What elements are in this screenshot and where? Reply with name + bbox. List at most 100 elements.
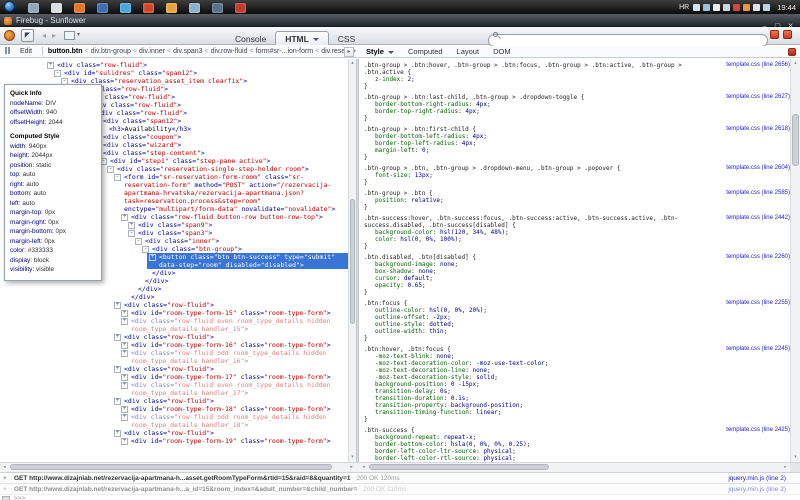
expand-icon[interactable]: +: [121, 374, 128, 381]
expand-icon[interactable]: +: [3, 473, 7, 484]
expand-icon[interactable]: +: [114, 430, 121, 437]
console-log-row[interactable]: +GET http://www.dizajnlab.net/rezervacij…: [0, 473, 800, 484]
css-file-link[interactable]: template.css (line 2425): [726, 427, 790, 433]
tab-html[interactable]: HTML: [275, 31, 329, 45]
taskbar-app-icon[interactable]: [120, 3, 131, 13]
expand-icon[interactable]: +: [149, 254, 156, 261]
console-log-row[interactable]: +GET http://www.dizajnlab.net/rezervacij…: [0, 484, 800, 495]
css-selector[interactable]: .btn-group > .btn, .btn-group > .dropdow…: [364, 165, 702, 172]
scrollbar-thumb[interactable]: [792, 114, 799, 166]
html-tree-node[interactable]: <div id="room-type-form-19" class="room-…: [0, 437, 348, 445]
style-panel-hscrollbar[interactable]: ◂ ▸: [359, 463, 790, 472]
html-tree-node[interactable]: <div id="room-type-form-16" class="room-…: [0, 341, 348, 349]
taskbar-app-icon[interactable]: [51, 3, 62, 13]
css-property[interactable]: -moz-text-decoration-style: solid;: [364, 374, 702, 381]
tab-style[interactable]: Style: [359, 46, 401, 58]
edit-button[interactable]: Edit: [15, 46, 37, 58]
html-tree-node[interactable]: <div class="row-fluid even room_type_det…: [0, 317, 348, 333]
css-selector[interactable]: .btn:focus {: [364, 300, 702, 307]
css-property[interactable]: transition-duration: 0.1s;: [364, 395, 702, 402]
css-property[interactable]: border-top-left-radius: 4px;: [364, 140, 702, 147]
css-property[interactable]: -moz-text-decoration-line: none;: [364, 367, 702, 374]
scroll-down-icon[interactable]: ▾: [349, 453, 356, 462]
taskbar-app-icon[interactable]: [143, 3, 154, 13]
collapse-icon[interactable]: -: [142, 246, 149, 253]
expand-icon[interactable]: +: [121, 414, 128, 421]
css-property[interactable]: outline-width: thin;: [364, 328, 702, 335]
css-file-link[interactable]: template.css (line 2255): [726, 300, 790, 306]
html-tree-node[interactable]: <div id="room-type-form-17" class="room-…: [0, 373, 348, 381]
html-tree-node[interactable]: <div class="row-fluid odd room_type_deta…: [0, 349, 348, 365]
css-property[interactable]: background-color: hsl(120, 34%, 48%);: [364, 229, 702, 236]
panel-list-icon[interactable]: [64, 31, 75, 40]
break-on-mutate-icon[interactable]: [4, 47, 11, 54]
css-selector[interactable]: .btn-group > .btn:first-child {: [364, 126, 702, 133]
expand-icon[interactable]: +: [114, 302, 121, 309]
taskbar-app-icon[interactable]: [74, 3, 85, 13]
css-property[interactable]: border-bottom-left-radius: 4px;: [364, 133, 702, 140]
scrollbar-thumb[interactable]: [10, 464, 332, 470]
css-property[interactable]: color: hsl(0, 0%, 100%);: [364, 236, 702, 243]
tray-icon[interactable]: [693, 4, 700, 11]
breadcrumb-item[interactable]: div.inner: [139, 48, 165, 55]
taskbar-app-icon[interactable]: [28, 3, 39, 13]
css-property[interactable]: transition-property: background-position…: [364, 402, 702, 409]
css-file-link[interactable]: template.css (line 2245): [726, 346, 790, 352]
breadcrumb-item[interactable]: button.btn: [48, 48, 83, 55]
css-property[interactable]: z-index: 2;: [364, 76, 702, 83]
tray-icon[interactable]: [763, 4, 770, 11]
error-badge[interactable]: [788, 48, 796, 56]
tray-icon[interactable]: [723, 4, 730, 11]
back-arrow-icon[interactable]: ◂: [42, 31, 46, 40]
tray-icon[interactable]: [743, 4, 750, 11]
path-overflow-button[interactable]: ▸: [344, 47, 354, 57]
html-panel-hscrollbar[interactable]: ◂ ▸: [0, 463, 356, 472]
css-file-link[interactable]: template.css (line 2656): [726, 62, 790, 68]
expand-icon[interactable]: +: [121, 438, 128, 445]
css-property[interactable]: font-size: 13px;: [364, 172, 702, 179]
html-tree-node[interactable]: <div class="row-fluid">+: [0, 397, 348, 405]
collapse-icon[interactable]: -: [107, 166, 114, 173]
tray-icon[interactable]: [703, 4, 710, 11]
tray-icon[interactable]: [713, 4, 720, 11]
expand-icon[interactable]: +: [128, 222, 135, 229]
css-file-link[interactable]: template.css (line 2585): [726, 190, 790, 196]
html-tree-node[interactable]: <div id="sulidres" class="span12">-: [0, 69, 348, 77]
css-selector[interactable]: .btn-success:hover, .btn-success:focus, …: [364, 215, 702, 229]
html-tree-node[interactable]: <div class="row-fluid">+: [0, 429, 348, 437]
css-property[interactable]: transition-timing-function: linear;: [364, 409, 702, 416]
css-property[interactable]: border-top-right-radius: 4px;: [364, 108, 702, 115]
css-property[interactable]: outline-style: dotted;: [364, 321, 702, 328]
html-tree-node[interactable]: <div class="row-fluid">+: [0, 365, 348, 373]
scrollbar-thumb[interactable]: [350, 199, 355, 324]
breadcrumb-item[interactable]: div.span3: [173, 48, 202, 55]
html-tree-node[interactable]: <div id="room-type-form-18" class="room-…: [0, 405, 348, 413]
clock[interactable]: 19:44: [777, 3, 796, 12]
collapse-icon[interactable]: -: [128, 230, 135, 237]
taskbar-app-icon[interactable]: [235, 3, 246, 13]
expand-icon[interactable]: +: [121, 406, 128, 413]
expand-icon[interactable]: +: [114, 398, 121, 405]
breadcrumb-item[interactable]: div.btn-group: [91, 48, 131, 55]
breadcrumb-item[interactable]: form#sr-...ion-form: [256, 48, 314, 55]
expand-icon[interactable]: +: [121, 318, 128, 325]
html-tree-node[interactable]: </div>: [0, 293, 348, 301]
css-property[interactable]: -moz-text-blink: none;: [364, 353, 702, 360]
css-property[interactable]: opacity: 0.65;: [364, 282, 702, 289]
css-property[interactable]: background-repeat: repeat-x;: [364, 434, 702, 441]
css-property[interactable]: background-image: none;: [364, 261, 702, 268]
expand-icon[interactable]: +: [3, 484, 7, 495]
taskbar-app-icon[interactable]: [166, 3, 177, 13]
css-property[interactable]: border-left-color-ltr-source: physical;: [364, 448, 702, 455]
tray-icon[interactable]: [733, 4, 740, 11]
css-selector[interactable]: .btn-success {: [364, 427, 702, 434]
css-property[interactable]: transition-delay: 0s;: [364, 388, 702, 395]
breadcrumb-item[interactable]: div.row-fluid: [211, 48, 248, 55]
css-file-link[interactable]: template.css (line 2260): [726, 254, 790, 260]
scroll-up-icon[interactable]: ▴: [791, 59, 800, 68]
css-property[interactable]: margin-left: 0;: [364, 147, 702, 154]
html-tree-node[interactable]: <div class="row-fluid even room_type_det…: [0, 381, 348, 397]
expand-icon[interactable]: +: [121, 342, 128, 349]
html-tree-node[interactable]: <div class="row-fluid odd room_type_deta…: [0, 413, 348, 429]
html-tree-node[interactable]: <div class="row-fluid">+: [0, 61, 348, 69]
